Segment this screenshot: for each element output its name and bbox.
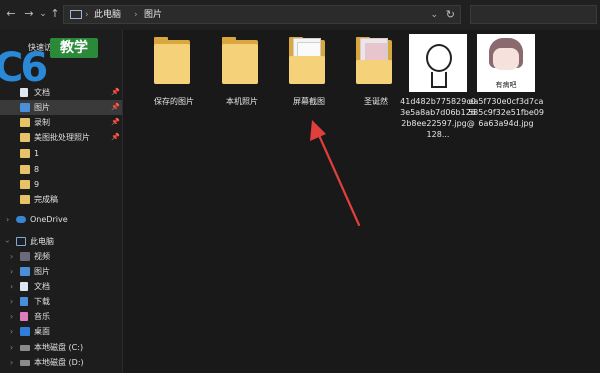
chevron-right-icon[interactable]: › [6,214,9,225]
arrow-head [310,120,326,141]
sidebar-item-pictures[interactable]: 图片 📌 [0,100,122,115]
breadcrumb-separator: › [134,10,138,20]
sidebar-item-drive-d[interactable]: › 本地磁盘 (D:) [0,355,122,370]
sidebar-item-pc-documents[interactable]: › 文档 [0,279,122,294]
sidebar-item-batch-photos[interactable]: 美图批处理照片 📌 [0,130,122,145]
forward-arrow-icon[interactable]: → [22,7,36,21]
sidebar-item-label: 视频 [34,252,50,261]
sidebar-item-label: 音乐 [34,312,50,321]
sidebar-item-label: 图片 [34,103,50,112]
sidebar-item-folder-8[interactable]: 8 [0,162,122,177]
this-pc-icon [16,237,26,246]
document-icon [20,282,28,291]
sidebar-item-label: 文档 [34,282,50,291]
folder-icon [141,34,207,92]
refresh-icon[interactable]: ↻ [446,8,455,21]
drive-icon [20,345,30,351]
sidebar-item-onedrive[interactable]: › OneDrive [0,212,122,227]
sidebar-item-label: 1 [34,149,40,158]
sidebar-item-pc-pictures[interactable]: › 图片 [0,264,122,279]
breadcrumb-separator: › [85,10,89,20]
sidebar-item-drive-c[interactable]: › 本地磁盘 (C:) [0,340,122,355]
file-item-name: ea5f730e0cf3d7ca585c9f32e51fbe096a63a94d… [468,97,544,128]
address-dropdown-icon[interactable]: ⌄ [430,9,438,21]
back-arrow-icon[interactable]: ← [4,7,18,21]
video-icon [20,252,30,261]
sidebar-item-folder-1[interactable]: 1 [0,146,122,161]
chevron-right-icon[interactable]: › [10,266,13,277]
folder-icon [209,34,275,92]
arrow-shaft [316,131,361,227]
folder-icon [20,149,30,158]
sidebar-item-music[interactable]: › 音乐 [0,309,122,324]
sidebar-item-label: 此电脑 [30,237,54,246]
image-caption: 有病吧 [495,81,517,89]
pictures-icon [20,267,30,276]
logo-badge: 教学 [50,38,98,58]
this-pc-icon [70,10,82,19]
pin-icon: 📌 [111,88,120,96]
sidebar-item-label: 下载 [34,297,50,306]
search-input[interactable] [470,5,597,24]
breadcrumb-pictures[interactable]: 图片 [144,9,162,21]
pin-icon: 📌 [111,133,120,141]
image-thumbnail: 有病吧 [473,34,539,92]
folder-with-images-icon [343,34,409,92]
music-icon [20,312,28,321]
pin-icon: 📌 [111,103,120,111]
pictures-icon [20,103,30,112]
sidebar-item-label: OneDrive [30,215,68,224]
chevron-right-icon[interactable]: › [10,311,13,322]
chevron-right-icon[interactable]: › [10,357,13,368]
logo-mark: C6 [0,45,48,91]
image-thumbnail [405,34,471,92]
onedrive-cloud-icon [16,216,26,223]
sidebar-item-desktop[interactable]: › 桌面 [0,324,122,339]
folder-icon [20,165,30,174]
sidebar-item-label: 桌面 [34,327,50,336]
desktop-icon [20,327,30,336]
sidebar-item-label: 录制 [34,118,50,127]
sidebar-item-finished[interactable]: 完成稿 [0,192,122,207]
breadcrumb-this-pc[interactable]: 此电脑 [94,9,121,21]
chevron-right-icon[interactable]: › [10,281,13,292]
sidebar-item-label: 完成稿 [34,195,58,204]
sidebar-item-downloads[interactable]: › 下载 [0,294,122,309]
drive-icon [20,360,30,366]
file-item-name: 保存的图片 [154,97,194,106]
folder-icon [20,118,30,127]
sidebar-item-label: 本地磁盘 (C:) [34,343,84,352]
up-arrow-icon[interactable]: ↑ [48,7,62,21]
toolbar: ← → ⌄ ↑ › 此电脑 › 图片 ⌄ ↻ [0,0,600,30]
sidebar-item-this-pc[interactable]: › 此电脑 [0,234,122,249]
sidebar-item-label: 8 [34,165,40,174]
chevron-right-icon[interactable]: › [10,342,13,353]
folder-icon [20,180,30,189]
folder-icon [20,195,30,204]
sidebar-item-label: 美图批处理照片 [34,133,90,142]
address-bar[interactable]: › 此电脑 › 图片 ⌄ ↻ [63,5,461,24]
pin-icon: 📌 [111,118,120,126]
pane-splitter[interactable] [122,30,123,373]
sidebar-item-label: 本地磁盘 (D:) [34,358,84,367]
sidebar-item-label: 9 [34,180,40,189]
sidebar-item-recordings[interactable]: 录制 📌 [0,115,122,130]
folder-with-documents-icon [276,34,342,92]
file-item-name: 41d482b775829c03e5a8ab7d06b1262b8ee22597… [400,97,476,139]
folder-icon [20,133,30,142]
chevron-right-icon[interactable]: › [10,326,13,337]
sidebar-item-folder-9[interactable]: 9 [0,177,122,192]
sidebar-item-label: 图片 [34,267,50,276]
chevron-right-icon[interactable]: › [10,251,13,262]
sidebar-item-videos[interactable]: › 视频 [0,249,122,264]
chevron-right-icon[interactable]: › [10,296,13,307]
chevron-down-icon[interactable]: › [2,240,13,243]
watermark-logo: C6 教学 [0,36,102,92]
download-icon [20,297,28,306]
